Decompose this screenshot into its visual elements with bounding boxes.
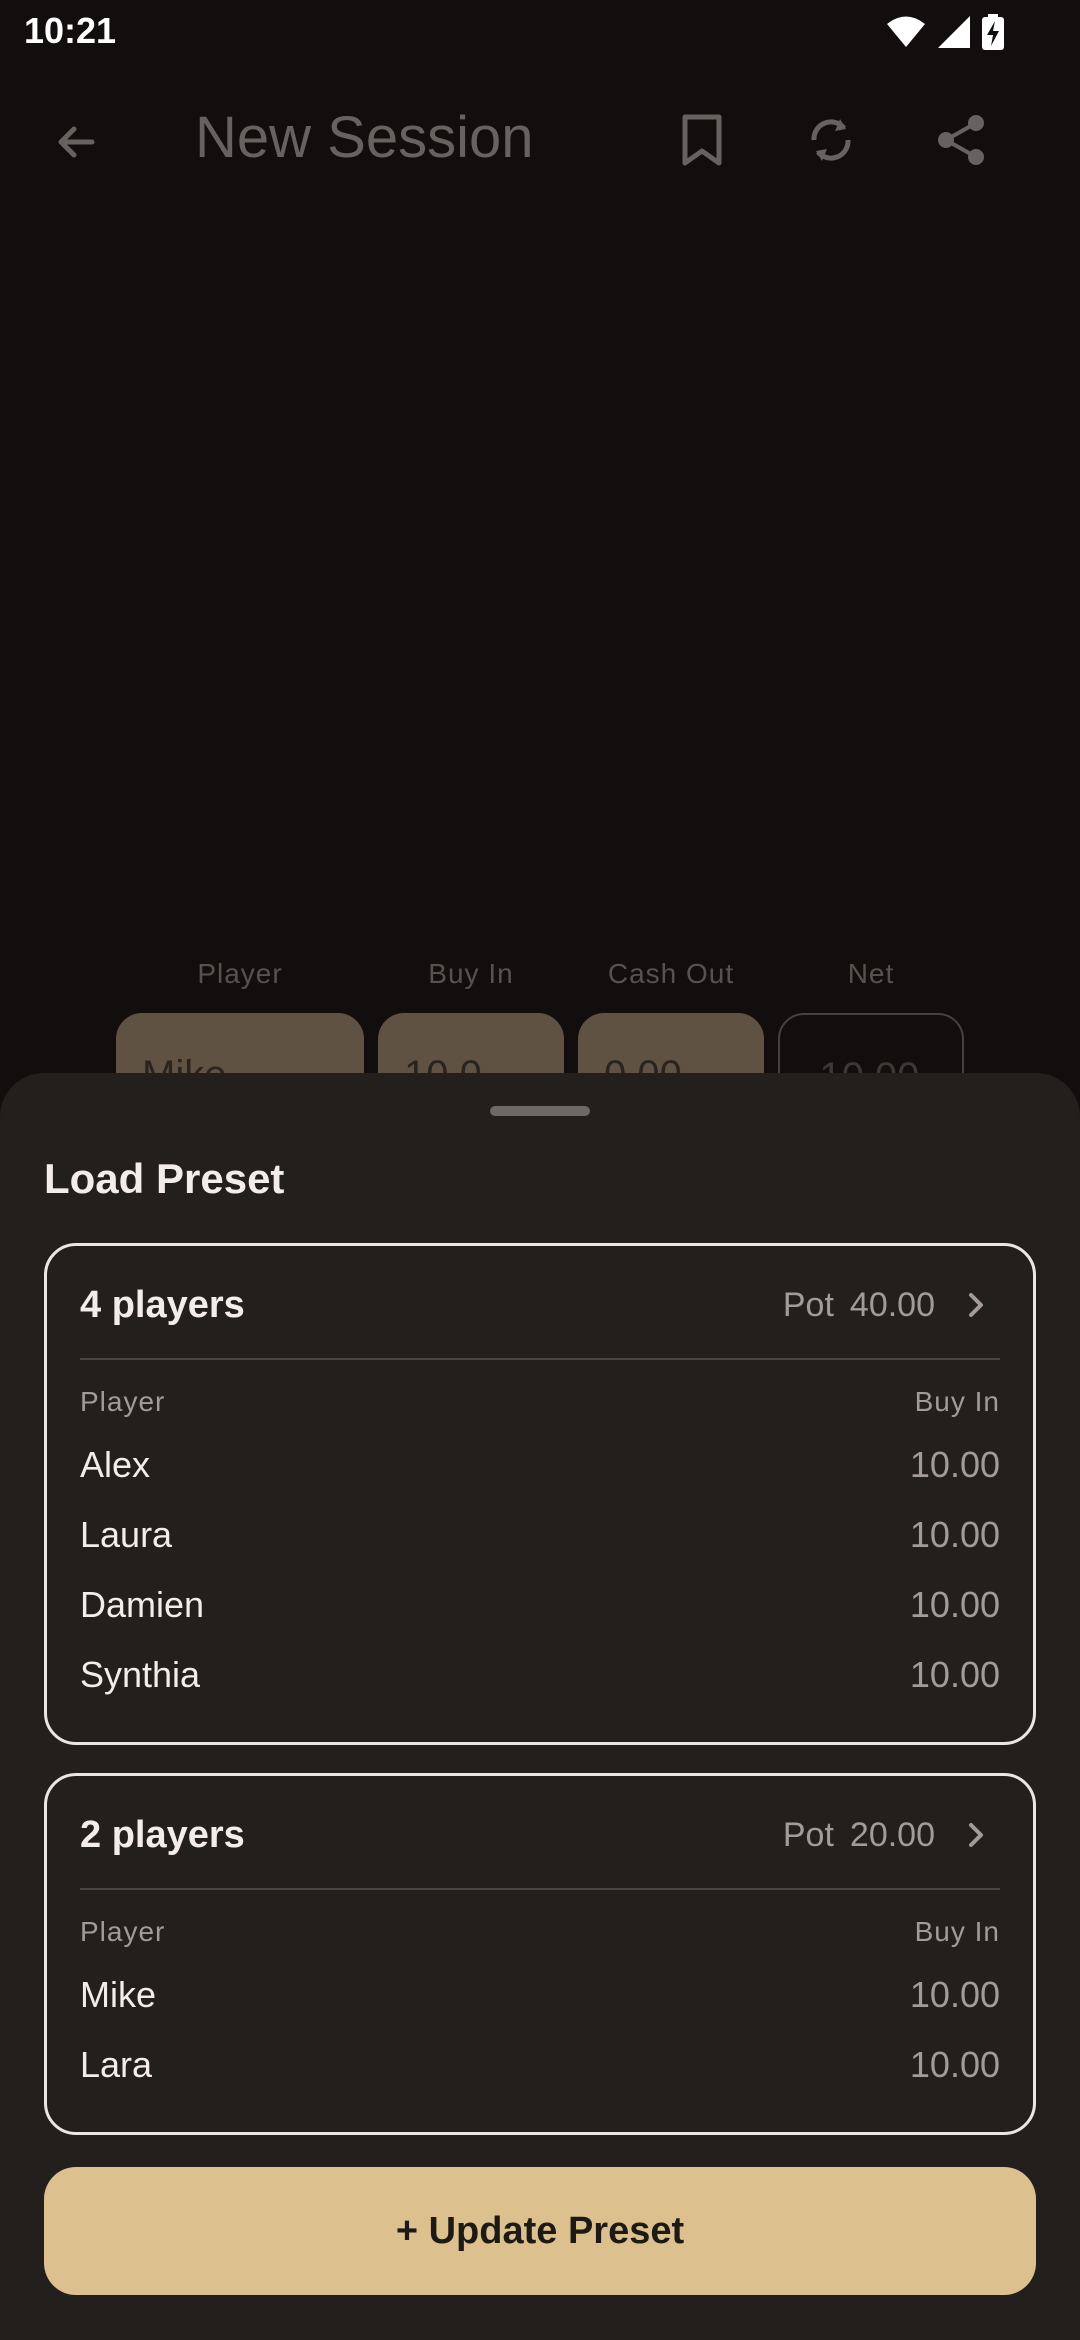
preset-card[interactable]: 2 players Pot 20.00 Player Buy In Mike 10… — [44, 1773, 1036, 2135]
chevron-right-icon — [969, 1823, 983, 1847]
pot-value: 40.00 — [849, 1286, 935, 1324]
preset-player-buy-in: 10.00 — [909, 2044, 1000, 2085]
column-header-player: Player — [197, 958, 283, 989]
status-bar: 10:21 — [0, 0, 1080, 64]
pot-label: Pot — [782, 1816, 834, 1854]
arrow-back-icon — [58, 126, 95, 158]
update-preset-label: + Update Preset — [395, 2209, 685, 2252]
battery-charging-icon — [982, 14, 1004, 50]
column-header-cash-out: Cash Out — [607, 958, 735, 989]
share-button[interactable] — [929, 108, 993, 172]
drag-handle[interactable] — [490, 1106, 590, 1116]
sync-icon — [811, 119, 851, 161]
preset-player-name: Alex — [80, 1444, 151, 1485]
preset-card-header[interactable]: 2 players Pot 20.00 — [47, 1776, 1033, 1890]
preset-player-name: Damien — [80, 1584, 205, 1625]
page-title: New Session — [195, 105, 534, 170]
bookmark-icon — [682, 114, 722, 166]
preset-card[interactable]: 4 players Pot 40.00 Player Buy In Alex 10… — [44, 1243, 1036, 1745]
update-preset-button[interactable]: + Update Preset — [44, 2167, 1036, 2295]
preset-player-name: Mike — [80, 1974, 157, 2015]
preset-player-buy-in: 10.00 — [909, 1444, 1000, 1485]
status-time: 10:21 — [24, 10, 117, 51]
column-label-buy-in: Buy In — [914, 1386, 1000, 1417]
cellular-signal-icon — [938, 16, 970, 48]
wifi-icon — [887, 16, 925, 47]
preset-player-buy-in: 10.00 — [909, 1654, 1000, 1695]
divider — [80, 1358, 1000, 1360]
preset-pot: Pot 40.00 — [783, 1286, 935, 1325]
status-icons — [886, 14, 1004, 50]
sheet-title: Load Preset — [44, 1155, 285, 1202]
back-button[interactable] — [44, 110, 108, 174]
pot-label: Pot — [782, 1286, 834, 1324]
app-bar: New Session — [0, 90, 1080, 190]
reset-button[interactable] — [799, 108, 863, 172]
preset-player-buy-in: 10.00 — [909, 1584, 1000, 1625]
column-label-player: Player — [80, 1916, 166, 1947]
bookmark-button[interactable] — [670, 108, 734, 172]
load-preset-sheet: Load Preset 4 players Pot 40.00 Player Bu… — [0, 1073, 1080, 2340]
preset-player-name: Lara — [80, 2044, 153, 2085]
preset-player-buy-in: 10.00 — [909, 1974, 1000, 2015]
share-icon — [938, 115, 984, 165]
column-label-player: Player — [80, 1386, 166, 1417]
column-header-net: Net — [847, 958, 895, 989]
divider — [80, 1888, 1000, 1890]
preset-card-header[interactable]: 4 players Pot 40.00 — [47, 1246, 1033, 1360]
preset-pot: Pot 20.00 — [783, 1816, 935, 1855]
preset-player-buy-in: 10.00 — [909, 1514, 1000, 1555]
preset-title: 4 players — [80, 1284, 245, 1326]
session-table-header: Player Buy In Cash Out Net — [0, 958, 1080, 998]
column-label-buy-in: Buy In — [914, 1916, 1000, 1947]
preset-title: 2 players — [80, 1814, 245, 1856]
pot-value: 20.00 — [849, 1816, 935, 1854]
preset-player-name: Synthia — [80, 1654, 201, 1695]
preset-player-name: Laura — [80, 1514, 173, 1555]
column-header-buy-in: Buy In — [428, 958, 514, 989]
chevron-right-icon — [969, 1293, 983, 1317]
